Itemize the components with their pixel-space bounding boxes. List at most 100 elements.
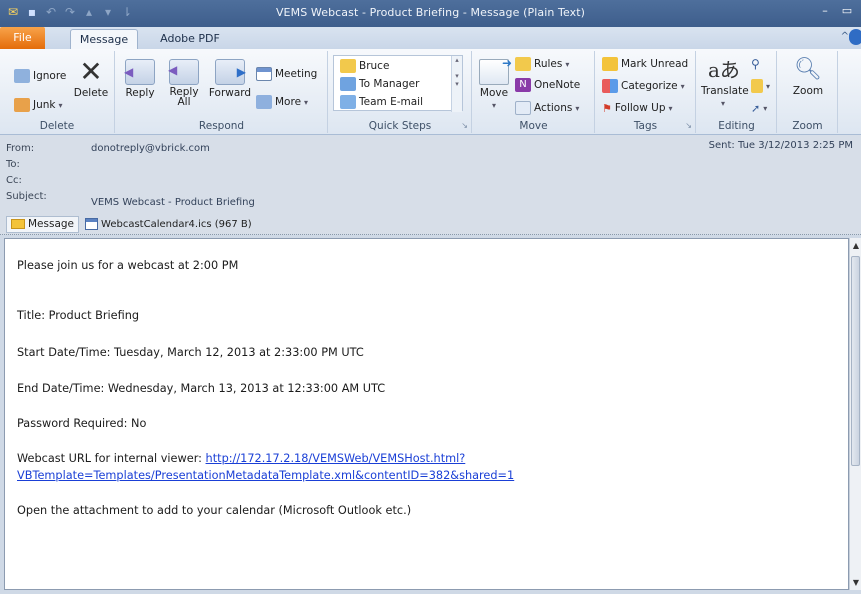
quick-steps-scrollbar[interactable]: ▴ ▾ ▾ [451,56,462,112]
quick-steps-group: Bruce To Manager Team E-mail ▴ ▾ ▾ Quick S… [329,51,472,133]
message-header: From: donotreply@vbrick.com To: Cc: Subj… [0,135,861,235]
quick-steps-gallery[interactable]: Bruce To Manager Team E-mail ▴ ▾ ▾ [333,55,463,112]
chevron-down-icon: ▾ [763,103,768,113]
envelope-icon [11,219,25,229]
window-controls: – ▭ [817,4,855,18]
attachment-item[interactable]: WebcastCalendar4.ics (967 B) [85,218,252,230]
follow-up-button[interactable]: ⚑ Follow Up ▾ [602,99,673,117]
zoom-button[interactable]: 🔍︎ Zoom [786,57,830,97]
tab-file[interactable]: File [0,27,45,49]
replace-button[interactable]: ▾ [751,77,770,95]
junk-icon [14,98,30,112]
mark-unread-button[interactable]: Mark Unread [602,55,688,73]
from-value[interactable]: donotreply@vbrick.com [91,143,210,154]
chevron-down-icon: ▾ [575,103,580,113]
move-group: Move ▾ Rules ▾ N OneNote Actions ▾ Move [473,51,595,133]
url-label: Webcast URL for internal viewer: [17,452,206,465]
rules-icon [515,57,531,71]
quick-step-icon [340,95,356,109]
chevron-down-icon: ▾ [766,81,771,91]
body-line: End Date/Time: Wednesday, March 13, 2013… [17,382,386,395]
ignore-button[interactable]: Ignore [14,67,66,85]
chevron-down-icon: ▾ [680,81,685,91]
scroll-thumb[interactable] [851,256,860,466]
tab-message[interactable]: Message [70,29,138,49]
magnifier-icon: 🔍︎ [794,57,822,82]
chevron-down-icon: ▾ [491,101,496,110]
mark-unread-icon [602,57,618,71]
reply-all-icon [168,59,199,85]
more-icon [256,95,272,109]
window-title: VEMS Webcast - Product Briefing - Messag… [275,6,586,19]
actions-button[interactable]: Actions ▾ [515,99,579,117]
webcast-url-link[interactable]: http://172.17.2.18/VEMSWeb/VEMSHost.html… [206,452,466,465]
tags-group: Mark Unread Categorize ▾ ⚑ Follow Up ▾ T… [596,51,696,133]
tags-group-label: Tags [633,120,658,132]
cc-label: Cc: [6,175,22,186]
quick-step-to-manager[interactable]: To Manager [337,75,419,93]
quick-step-bruce[interactable]: Bruce [337,57,389,75]
sent-value: Tue 3/12/2013 2:25 PM [737,140,853,151]
scroll-up-icon[interactable]: ▲ [850,241,861,250]
rules-button[interactable]: Rules ▾ [515,55,569,73]
dialog-launcher-icon[interactable]: ↘ [685,121,692,130]
scroll-down-icon[interactable]: ▼ [850,578,861,587]
maximize-icon[interactable]: ▭ [839,4,855,18]
body-line: Password Required: No [17,417,147,430]
junk-button[interactable]: Junk ▾ [14,96,63,114]
minimize-icon[interactable]: – [817,4,833,18]
flag-icon: ⚑ [602,101,612,115]
cursor-icon: ➚ [751,101,761,115]
select-button[interactable]: ➚ ▾ [751,99,767,117]
meeting-button[interactable]: Meeting [256,65,317,83]
reply-icon [124,59,155,85]
to-label: To: [6,159,20,170]
body-line: Please join us for a webcast at 2:00 PM [17,259,239,272]
sent-label: Sent: [708,140,735,151]
more-button[interactable]: More ▾ [256,93,308,111]
delete-x-icon: ✕ [79,55,103,88]
chevron-down-icon: ▾ [304,97,309,107]
translate-button[interactable]: aあ Translate ▾ [701,57,749,109]
from-label: From: [6,143,35,154]
find-button[interactable]: ⚲ [751,55,760,73]
zoom-group-label: Zoom [792,120,823,132]
collapse-ribbon-icon[interactable]: ^ [841,31,849,42]
quick-steps-group-label: Quick Steps [368,120,432,132]
move-icon [479,56,512,85]
onenote-icon: N [515,78,531,92]
binoculars-icon: ⚲ [751,57,760,71]
chevron-down-icon: ▾ [668,103,673,113]
forward-icon [215,59,246,85]
chevron-down-icon: ▾ [720,99,725,108]
vertical-scrollbar[interactable]: ▲ ▼ [849,238,861,590]
forward-button[interactable]: Forward [208,59,252,99]
quick-step-team-email[interactable]: Team E-mail [337,93,423,111]
title-bar: ✉ ▪ ↶ ↷ ▴ ▾ ⇂ VEMS Webcast - Product Bri… [0,0,861,27]
categorize-button[interactable]: Categorize ▾ [602,77,685,95]
zoom-group: 🔍︎ Zoom Zoom [778,51,838,133]
replace-icon [751,79,763,93]
message-body[interactable]: Please join us for a webcast at 2:00 PM … [4,238,849,590]
subject-label: Subject: [6,191,47,202]
meeting-icon [256,67,272,81]
onenote-button[interactable]: N OneNote [515,76,580,94]
editing-group: aあ Translate ▾ ⚲ ▾ ➚ ▾ Editing [697,51,777,133]
reply-button[interactable]: Reply [120,59,160,99]
webcast-url-link-continued[interactable]: VBTemplate=Templates/PresentationMetadat… [17,469,514,482]
reply-all-button[interactable]: Reply All [164,59,204,107]
message-view-tab[interactable]: Message [6,215,80,233]
attachment-bar: Message WebcastCalendar4.ics (967 B) [6,215,252,233]
dialog-launcher-icon[interactable]: ↘ [461,121,468,130]
ribbon-tabs: File Message Adobe PDF ^ [0,27,861,49]
chevron-down-icon: ▾ [58,100,63,110]
delete-button[interactable]: ✕ Delete [72,55,110,100]
quick-step-icon [340,59,356,73]
body-line: Start Date/Time: Tuesday, March 12, 2013… [17,346,364,359]
move-button[interactable]: Move ▾ [479,56,512,111]
body-line: Webcast URL for internal viewer: http://… [17,452,465,465]
calendar-icon [85,218,99,230]
respond-group-label: Respond [198,120,245,132]
help-icon[interactable] [849,29,861,45]
tab-adobe-pdf[interactable]: Adobe PDF [150,29,230,49]
